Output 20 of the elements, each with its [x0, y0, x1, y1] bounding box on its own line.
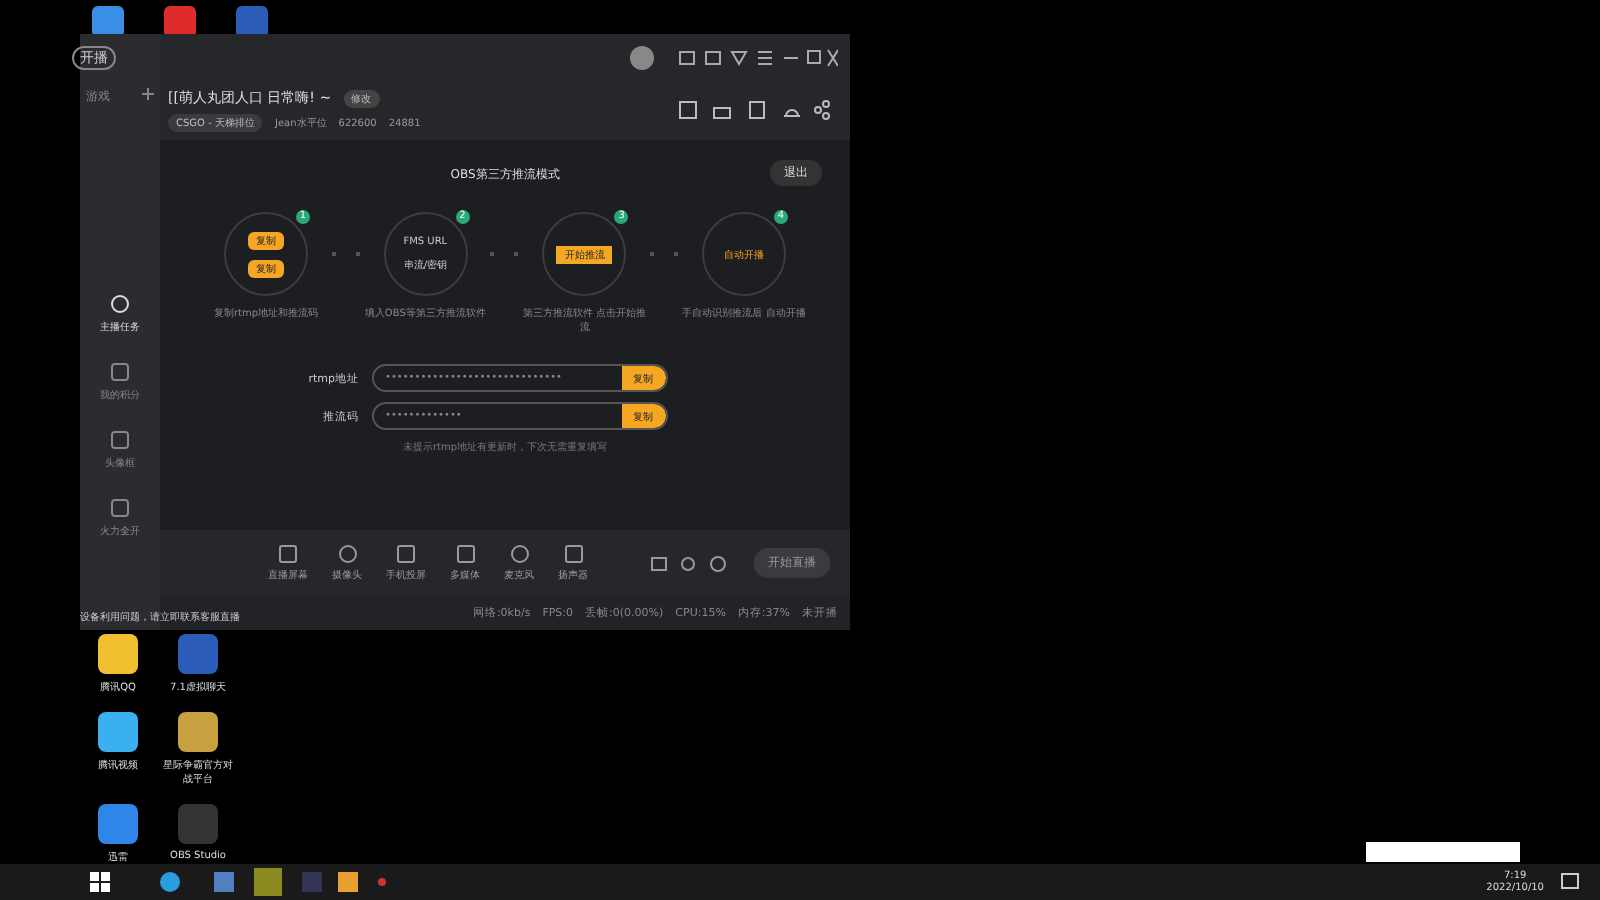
- avatar-icon[interactable]: [630, 45, 654, 69]
- tool-icon: [563, 544, 583, 564]
- tool-icon: [396, 544, 416, 564]
- window-controls-icon[interactable]: [678, 47, 838, 67]
- notification-icon[interactable]: [1560, 872, 1580, 892]
- sidebar-icon: [110, 430, 130, 450]
- sidebar-icon: [110, 498, 130, 518]
- tool-icon: [455, 544, 475, 564]
- sidebar-icon: [110, 362, 130, 382]
- app-icon[interactable]: [96, 802, 140, 846]
- app-icon[interactable]: [176, 710, 220, 754]
- app-icon[interactable]: [96, 632, 140, 676]
- app-icon[interactable]: [96, 710, 140, 754]
- sidebar-icon: [110, 294, 130, 314]
- tool-icon: [278, 544, 298, 564]
- add-icon[interactable]: [142, 88, 154, 100]
- tool-icon: [337, 544, 357, 564]
- tool-icon: [509, 544, 529, 564]
- start-icon[interactable]: [90, 872, 110, 892]
- input-method-bar[interactable]: [1366, 842, 1520, 862]
